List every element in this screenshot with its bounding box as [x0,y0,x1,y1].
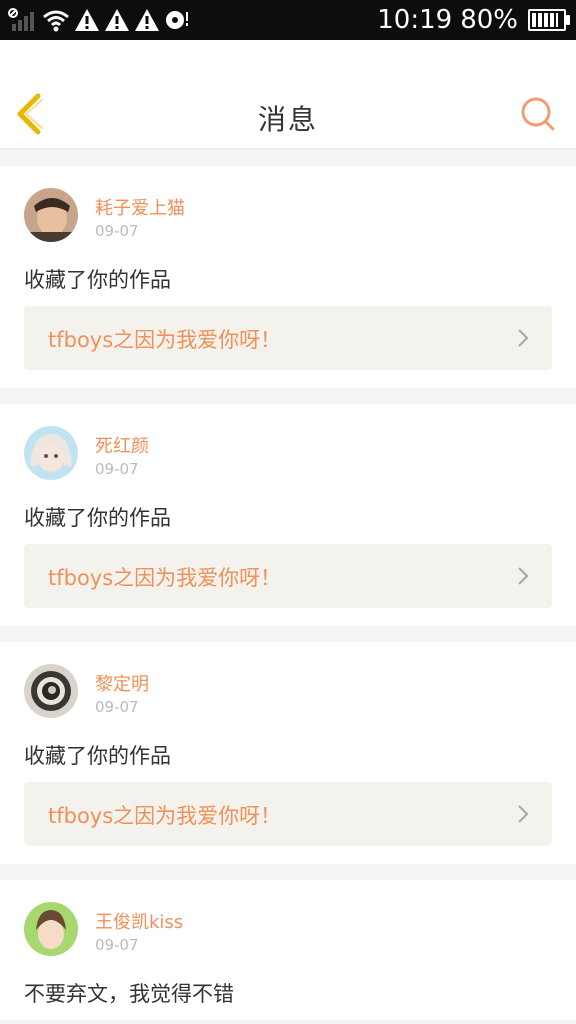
warning-icon [135,9,159,31]
warning-icon [105,9,129,31]
work-title: tfboys之因为我爱你呀！ [48,566,282,590]
action-text: 收藏了你的作品 [24,268,171,292]
warning-icon [75,9,99,31]
username[interactable]: 死红颜 [95,432,149,458]
battery-percent: 80% [460,5,518,35]
avatar[interactable] [24,902,78,956]
timestamp: 09-07 [95,936,139,954]
message-card: 死红颜 09-07 收藏了你的作品 tfboys之因为我爱你呀！ [0,404,576,626]
status-bar: 10:19 80% [0,0,576,40]
wifi-icon [43,10,69,32]
work-link[interactable]: tfboys之因为我爱你呀！ [24,544,552,608]
status-time: 10:19 [377,5,453,35]
avatar[interactable] [24,188,78,242]
action-text: 收藏了你的作品 [24,744,171,768]
app-header: 消息 [0,40,576,150]
chevron-right-icon [518,805,529,823]
timestamp: 09-07 [95,222,139,240]
status-icons-right: 10:19 80% [377,4,570,36]
timestamp: 09-07 [95,460,139,478]
message-list: 耗子爱上猫 09-07 收藏了你的作品 tfboys之因为我爱你呀！ 死红颜 0… [0,166,576,1020]
search-icon[interactable] [520,96,556,132]
work-title: tfboys之因为我爱你呀！ [48,804,282,828]
username[interactable]: 黎定明 [95,670,149,696]
work-title: tfboys之因为我爱你呀！ [48,328,282,352]
message-card: 王俊凯kiss 09-07 不要弃文，我觉得不错 [0,880,576,1020]
username[interactable]: 耗子爱上猫 [95,194,185,220]
action-text: 不要弃文，我觉得不错 [24,982,234,1006]
record-icon [166,11,188,29]
battery-icon [528,9,570,31]
status-icons-left [8,6,190,34]
chevron-right-icon [518,567,529,585]
timestamp: 09-07 [95,698,139,716]
work-link[interactable]: tfboys之因为我爱你呀！ [24,782,552,846]
username[interactable]: 王俊凯kiss [95,908,183,934]
avatar[interactable] [24,664,78,718]
signal-icon [8,8,34,31]
avatar[interactable] [24,426,78,480]
work-link[interactable]: tfboys之因为我爱你呀！ [24,306,552,370]
page-title: 消息 [257,103,318,136]
message-card: 耗子爱上猫 09-07 收藏了你的作品 tfboys之因为我爱你呀！ [0,166,576,388]
action-text: 收藏了你的作品 [24,506,171,530]
message-card: 黎定明 09-07 收藏了你的作品 tfboys之因为我爱你呀！ [0,642,576,864]
chevron-right-icon [518,329,529,347]
